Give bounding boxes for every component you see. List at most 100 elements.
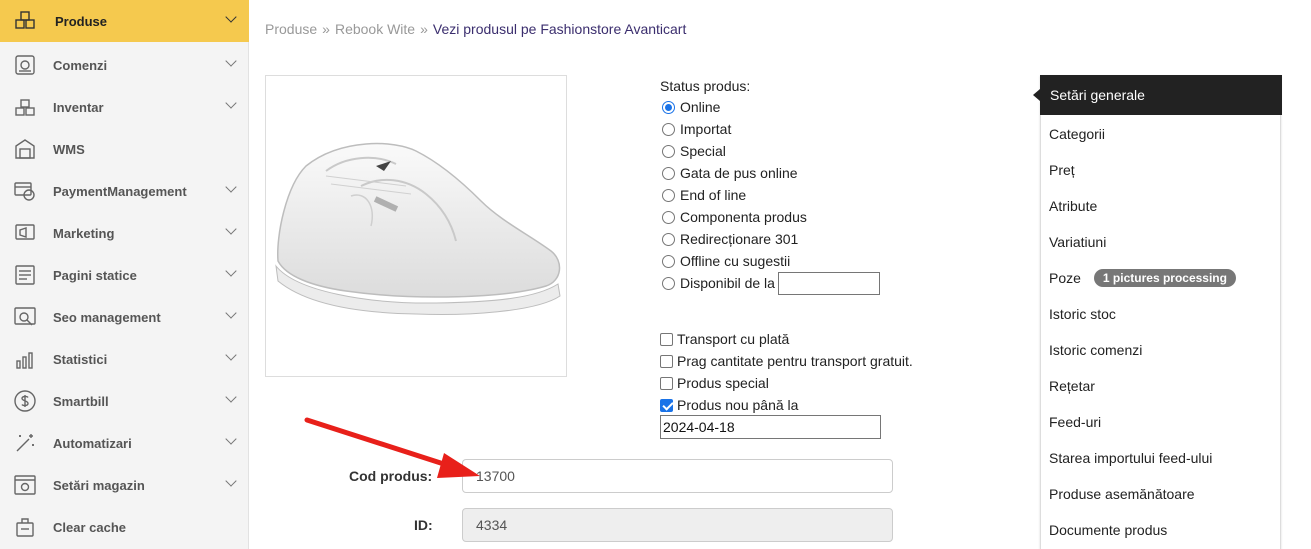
menu-item-istoric-stoc[interactable]: Istoric stoc	[1049, 304, 1116, 324]
breadcrumb: Produse » Rebook Wite » Vezi produsul pe Fas…	[265, 21, 686, 37]
sidebar-item-smartbill[interactable]: Smartbill	[0, 380, 249, 422]
chevron-down-icon	[225, 97, 237, 109]
sidebar-item-label: Seo management	[53, 309, 161, 325]
breadcrumb-separator: »	[322, 21, 330, 37]
available-from-input[interactable]	[777, 271, 880, 295]
chevron-down-icon	[225, 307, 237, 319]
radio-button[interactable]	[662, 188, 675, 202]
status-option-componenta[interactable]: Componenta produs	[660, 206, 880, 228]
checkbox-label: Transport cu plată	[677, 331, 790, 347]
checkbox-produs-special[interactable]: Produs special	[660, 372, 913, 394]
menu-item-poze[interactable]: Poze 1 pictures processing	[1049, 268, 1236, 288]
product-settings-menu: Setări generale Categorii Preț Atribute …	[1033, 75, 1282, 549]
sidebar-item-label: PaymentManagement	[53, 183, 187, 199]
checkbox-label: Prag cantitate pentru transport gratuit.	[677, 353, 913, 369]
sidebar-item-statistici[interactable]: Statistici	[0, 338, 249, 380]
chevron-down-icon	[225, 265, 237, 277]
status-option-special[interactable]: Special	[660, 140, 880, 162]
menu-item-feed-uri[interactable]: Feed-uri	[1049, 412, 1101, 432]
sidebar-item-label: Produse	[55, 13, 108, 29]
cod-produs-input[interactable]: 13700	[462, 459, 893, 493]
menu-item-variatiuni[interactable]: Variatiuni	[1049, 232, 1106, 252]
menu-item-atribute[interactable]: Atribute	[1049, 196, 1097, 216]
sidebar-item-produse[interactable]: Produse	[0, 0, 249, 42]
menu-item-starea-importului[interactable]: Starea importului feed-ului	[1049, 448, 1212, 468]
sidebar-item-wms[interactable]: WMS	[0, 128, 249, 170]
sidebar-item-label: WMS	[53, 141, 85, 157]
stack-icon	[12, 94, 38, 120]
checkbox[interactable]	[660, 354, 673, 368]
menu-item-categorii[interactable]: Categorii	[1049, 124, 1105, 144]
status-option-online[interactable]: Online	[660, 96, 880, 118]
new-until-date-input[interactable]: 2024-04-18	[660, 415, 881, 439]
radio-button[interactable]	[662, 254, 675, 268]
checkbox[interactable]	[660, 398, 673, 412]
sidebar-item-marketing[interactable]: Marketing	[0, 212, 249, 254]
sidebar-item-inventar[interactable]: Inventar	[0, 86, 249, 128]
checkbox-transport[interactable]: Transport cu plată	[660, 328, 913, 350]
megaphone-icon	[12, 220, 38, 246]
magic-wand-icon	[12, 430, 38, 456]
chevron-down-icon	[225, 223, 237, 235]
sidebar-item-label: Marketing	[53, 225, 115, 241]
id-label: ID:	[414, 517, 433, 533]
breadcrumb-link-product[interactable]: Rebook Wite	[335, 21, 415, 37]
radio-button[interactable]	[662, 166, 675, 180]
radio-button[interactable]	[662, 100, 675, 114]
warehouse-icon	[12, 136, 38, 162]
status-option-offline[interactable]: Offline cu sugestii	[660, 250, 880, 272]
sidebar-item-paymentmanagement[interactable]: PaymentManagement	[0, 170, 249, 212]
chevron-down-icon	[225, 391, 237, 403]
settings-icon	[12, 472, 38, 498]
sidebar-item-label: Pagini statice	[53, 267, 137, 283]
breadcrumb-link-produse[interactable]: Produse	[265, 21, 317, 37]
radio-label: Gata de pus online	[680, 165, 798, 181]
menu-item-pret[interactable]: Preț	[1049, 160, 1075, 180]
radio-button[interactable]	[662, 122, 675, 136]
sidebar-item-label: Comenzi	[53, 57, 108, 73]
sidebar-item-pagini-statice[interactable]: Pagini statice	[0, 254, 249, 296]
sidebar-item-setari-magazin[interactable]: Setări magazin	[0, 464, 249, 506]
menu-item-documente-produs[interactable]: Documente produs	[1049, 520, 1167, 540]
radio-label: Importat	[680, 121, 732, 137]
stats-icon	[12, 346, 38, 372]
sidebar-item-label: Setări magazin	[53, 477, 145, 493]
checkbox[interactable]	[660, 332, 673, 346]
sneaker-image	[275, 142, 561, 315]
status-option-gata[interactable]: Gata de pus online	[660, 162, 880, 184]
menu-item-label: Poze	[1049, 270, 1081, 286]
id-input[interactable]: 4334	[462, 508, 893, 542]
processing-badge: 1 pictures processing	[1093, 269, 1236, 287]
radio-button[interactable]	[662, 144, 675, 158]
sidebar-item-comenzi[interactable]: Comenzi	[0, 44, 249, 86]
sidebar-item-label: Smartbill	[53, 393, 109, 409]
menu-item-retetar[interactable]: Rețetar	[1049, 376, 1095, 396]
radio-label: Componenta produs	[680, 209, 807, 225]
pages-icon	[12, 262, 38, 288]
menu-item-istoric-comenzi[interactable]: Istoric comenzi	[1049, 340, 1142, 360]
sidebar-item-automatizari[interactable]: Automatizari	[0, 422, 249, 464]
radio-label: Redirecționare 301	[680, 231, 799, 247]
checkbox-produs-nou[interactable]: Produs nou până la	[660, 394, 913, 416]
sidebar-item-clear-cache[interactable]: Clear cache	[0, 506, 249, 548]
menu-item-produse-asemanatoare[interactable]: Produse asemănătoare	[1049, 484, 1195, 504]
chevron-down-icon	[225, 181, 237, 193]
status-option-redirect[interactable]: Redirecționare 301	[660, 228, 880, 250]
radio-button[interactable]	[662, 210, 675, 224]
register-icon	[12, 52, 38, 78]
sidebar-item-label: Statistici	[53, 351, 108, 367]
status-option-end-of-line[interactable]: End of line	[660, 184, 880, 206]
product-image[interactable]	[265, 75, 567, 377]
radio-button[interactable]	[662, 276, 675, 290]
status-option-disponibil[interactable]: Disponibil de la	[660, 271, 880, 295]
checkbox[interactable]	[660, 376, 673, 390]
sidebar-item-seo-management[interactable]: Seo management	[0, 296, 249, 338]
status-option-importat[interactable]: Importat	[660, 118, 880, 140]
checkbox-prag[interactable]: Prag cantitate pentru transport gratuit.	[660, 350, 913, 372]
boxes-icon	[12, 8, 38, 34]
menu-item-setari-generale[interactable]: Setări generale	[1033, 75, 1282, 115]
sidebar-item-label: Inventar	[53, 99, 104, 115]
breadcrumb-view-on-store-link[interactable]: Vezi produsul pe Fashionstore Avanticart	[433, 21, 686, 37]
radio-button[interactable]	[662, 232, 675, 246]
payment-icon	[12, 178, 38, 204]
